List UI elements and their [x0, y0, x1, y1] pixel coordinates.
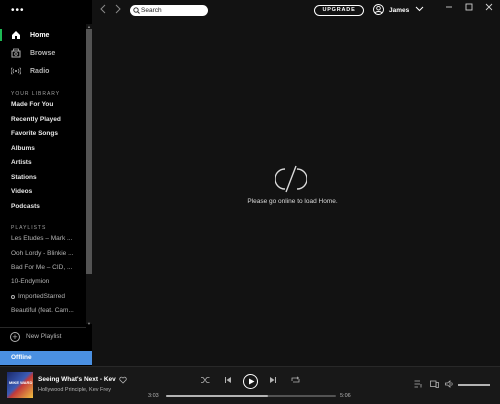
plus-icon: + [10, 332, 20, 342]
maximize-icon[interactable] [465, 3, 473, 13]
progress-fill [166, 395, 268, 397]
library-item[interactable]: Videos [11, 188, 81, 195]
cover-text: MIKE WARD [9, 380, 33, 385]
playlist-item-imported[interactable]: ImportedStarred [11, 293, 77, 300]
upgrade-button[interactable]: UPGRADE [314, 5, 364, 16]
back-arrow-icon[interactable] [100, 4, 106, 17]
elapsed-time: 3:03 [148, 393, 159, 399]
scroll-down-icon[interactable]: ▼ [87, 321, 91, 326]
forward-arrow-icon[interactable] [115, 4, 121, 17]
album-cover[interactable]: MIKE WARD [7, 372, 33, 398]
library-item[interactable]: Favorite Songs [11, 130, 81, 137]
nav-radio[interactable]: Radio [0, 63, 92, 79]
playlist-item[interactable]: Les Etudes – Mark ... [11, 235, 77, 242]
track-title[interactable]: Seeing What's Next - Kev Frey Remix [38, 376, 116, 383]
library-item[interactable]: Stations [11, 174, 81, 181]
new-playlist-button[interactable]: + New Playlist [0, 327, 86, 345]
playlist-item[interactable]: Ooh Lordy - Blinkie ... [11, 250, 77, 257]
offline-icon [274, 164, 308, 196]
user-menu[interactable]: James [373, 3, 409, 17]
play-icon [248, 378, 255, 387]
offline-message: Please go online to load Home. [247, 198, 338, 205]
radio-icon [11, 66, 21, 76]
library-item[interactable]: Made For You [11, 101, 81, 108]
minimize-icon[interactable] [445, 3, 453, 13]
track-artist[interactable]: Hollywood Principle, Kev Frey [38, 387, 111, 393]
nav-label: Radio [30, 67, 50, 75]
search-input[interactable]: Search [130, 5, 208, 16]
search-icon [133, 7, 140, 16]
home-icon [11, 30, 21, 40]
library-item[interactable]: Podcasts [11, 203, 81, 210]
progress-bar[interactable] [166, 395, 336, 397]
library-section-title: YOUR LIBRARY [11, 91, 61, 97]
devices-icon[interactable] [430, 380, 439, 390]
repeat-icon[interactable] [291, 376, 300, 386]
volume-icon[interactable] [445, 380, 454, 390]
nav-home[interactable]: Home [0, 27, 92, 43]
playlist-item[interactable]: Beautiful (feat. Cam... [11, 307, 77, 314]
search-value: Search [141, 7, 162, 14]
offline-dot-icon [11, 295, 15, 299]
nav-browse[interactable]: Browse [0, 45, 92, 61]
sidebar: ••• Home Browse Radio YOUR LIBRARY Made … [0, 0, 92, 366]
browse-icon [11, 48, 21, 58]
duration-time: 5:06 [340, 393, 351, 399]
new-playlist-label: New Playlist [26, 333, 62, 340]
library-item[interactable]: Artists [11, 159, 81, 166]
library-item[interactable]: Recently Played [11, 116, 81, 123]
main-content: Please go online to load Home. [92, 22, 500, 366]
nav-label: Home [30, 31, 50, 39]
playlist-item[interactable]: Bad For Me – CID, ... [11, 264, 77, 271]
heart-icon[interactable] [119, 376, 127, 386]
playlist-label: ImportedStarred [18, 293, 65, 300]
nav-label: Browse [30, 49, 56, 57]
queue-icon[interactable] [414, 380, 423, 390]
user-avatar-icon [373, 3, 384, 17]
playlist-item[interactable]: 10-Endymion [11, 278, 77, 285]
chevron-down-icon[interactable] [415, 4, 424, 15]
play-button[interactable] [243, 374, 258, 389]
volume-slider[interactable] [458, 384, 490, 386]
top-bar: Search UPGRADE James [92, 0, 500, 22]
user-name: James [389, 6, 410, 14]
library-item[interactable]: Albums [11, 145, 81, 152]
shuffle-icon[interactable] [201, 376, 210, 386]
next-icon[interactable] [269, 376, 277, 386]
more-menu-icon[interactable]: ••• [11, 6, 25, 16]
player-bar: MIKE WARD Seeing What's Next - Kev Frey … [0, 366, 500, 404]
volume-fill [458, 384, 490, 386]
previous-icon[interactable] [224, 376, 232, 386]
playlists-section-title: PLAYLISTS [11, 225, 47, 231]
offline-banner: Offline [0, 351, 92, 365]
close-icon[interactable] [485, 3, 493, 13]
